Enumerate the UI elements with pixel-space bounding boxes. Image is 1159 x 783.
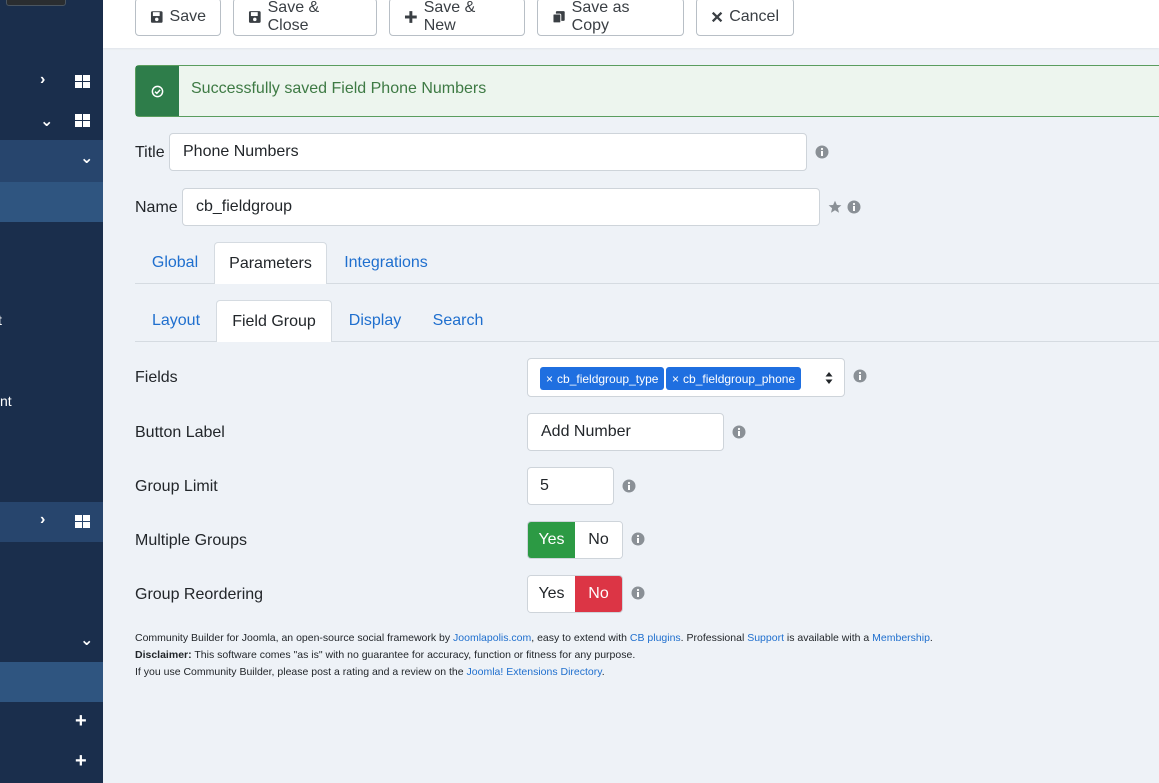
group-limit-input[interactable]: 5 <box>527 467 614 505</box>
tab-global[interactable]: Global <box>137 242 213 284</box>
alert-message: Successfully saved Field Phone Numbers <box>191 80 487 97</box>
dashboard-grid-icon[interactable] <box>75 75 90 88</box>
group-reordering-toggle[interactable]: Yes No <box>527 575 623 613</box>
chevron-down-icon[interactable]: ⌄ <box>80 630 93 650</box>
disclaimer-label: Disclaimer: <box>135 649 192 661</box>
info-icon[interactable] <box>732 425 746 439</box>
footer-line-3: If you use Community Builder, please pos… <box>135 664 1135 681</box>
chevron-right-icon[interactable]: › <box>40 511 45 529</box>
info-icon[interactable] <box>815 145 829 159</box>
floppy-icon <box>150 11 163 23</box>
subtab-layout[interactable]: Layout <box>137 300 215 342</box>
footer-text: . <box>929 632 933 644</box>
info-icon[interactable] <box>853 369 867 383</box>
joomlapolis-link[interactable]: Joomlapolis.com <box>453 632 531 644</box>
info-icon[interactable] <box>631 586 645 600</box>
save-copy-button[interactable]: Save as Copy <box>537 0 684 36</box>
save-button[interactable]: Save <box>135 0 221 36</box>
subtab-search[interactable]: Search <box>418 300 498 342</box>
multiple-groups-label: Multiple Groups <box>135 532 248 549</box>
cancel-button[interactable]: Cancel <box>696 0 794 36</box>
subtab-display[interactable]: Display <box>334 300 416 342</box>
group-limit-label: Group Limit <box>135 478 218 495</box>
title-input[interactable]: Phone Numbers <box>169 133 807 171</box>
footer-text: . Professional <box>680 632 748 644</box>
group-reordering-label: Group Reordering <box>135 586 264 603</box>
chip-label: cb_fieldgroup_type <box>557 371 659 386</box>
updown-caret-icon[interactable] <box>825 371 833 385</box>
cb-plugins-link[interactable]: CB plugins <box>630 632 681 644</box>
sidebar-top-button[interactable] <box>6 0 66 6</box>
close-icon <box>711 11 723 23</box>
save-close-label: Save & Close <box>267 0 320 34</box>
info-icon[interactable] <box>631 532 645 546</box>
save-new-label: Save & New <box>423 0 476 34</box>
floppy-icon <box>248 11 261 23</box>
footer-text: This software comes "as is" with no guar… <box>191 649 636 661</box>
chevron-down-icon[interactable]: ⌄ <box>80 148 93 168</box>
star-icon <box>828 200 842 213</box>
footer-text: , easy to extend with <box>531 632 630 644</box>
chip-remove-icon[interactable]: × <box>546 372 553 386</box>
footer-text: is available with a <box>784 632 873 644</box>
sidebar-item-label: t <box>0 312 2 328</box>
name-label: Name <box>135 199 178 216</box>
sidebar-item-label: nt <box>0 393 12 409</box>
no-option[interactable]: No <box>575 576 622 612</box>
title-label: Title <box>135 144 165 161</box>
footer-line-1: Community Builder for Joomla, an open-so… <box>135 630 1135 647</box>
toolbar: Save Save & Close Save & New Save as Cop… <box>103 0 1159 48</box>
save-new-button[interactable]: Save & New <box>389 0 525 36</box>
multiple-groups-toggle[interactable]: Yes No <box>527 521 623 559</box>
tab-parameters[interactable]: Parameters <box>214 242 327 284</box>
info-icon[interactable] <box>622 479 636 493</box>
name-input[interactable]: cb_fieldgroup <box>182 188 820 226</box>
save-close-button[interactable]: Save & Close <box>233 0 377 36</box>
jed-link[interactable]: Joomla! Extensions Directory <box>467 666 602 678</box>
button-label-input[interactable]: Add Number <box>527 413 724 451</box>
sidebar-active-item[interactable] <box>0 182 103 222</box>
check-circle-icon <box>151 85 164 97</box>
alert-icon-box <box>136 66 179 116</box>
chevron-down-icon[interactable]: ⌄ <box>40 111 53 131</box>
copy-icon <box>552 11 565 24</box>
field-chip[interactable]: × cb_fieldgroup_phone <box>666 367 802 390</box>
button-label-label: Button Label <box>135 424 225 441</box>
save-label: Save <box>169 8 206 25</box>
chip-remove-icon[interactable]: × <box>672 372 679 386</box>
fields-label: Fields <box>135 369 178 386</box>
dashboard-grid-icon[interactable] <box>75 515 90 528</box>
tab-integrations[interactable]: Integrations <box>330 242 442 284</box>
membership-link[interactable]: Membership <box>872 632 930 644</box>
chevron-right-icon[interactable]: › <box>40 71 45 89</box>
no-option[interactable]: No <box>575 522 622 558</box>
chip-label: cb_fieldgroup_phone <box>683 371 796 386</box>
sidebar: › ⌄ ⌄ t nt › ⌄ + + <box>0 0 103 783</box>
yes-option[interactable]: Yes <box>528 576 575 612</box>
footer: Community Builder for Joomla, an open-so… <box>135 630 1135 681</box>
plus-icon[interactable]: + <box>75 751 87 771</box>
plus-icon <box>404 11 417 23</box>
dashboard-grid-icon[interactable] <box>75 114 90 127</box>
subtab-field-group[interactable]: Field Group <box>216 300 332 342</box>
info-icon[interactable] <box>847 200 861 214</box>
cancel-label: Cancel <box>729 8 779 25</box>
sidebar-active-item[interactable] <box>0 662 103 702</box>
support-link[interactable]: Support <box>747 632 784 644</box>
footer-line-2: Disclaimer: This software comes "as is" … <box>135 647 1135 664</box>
footer-text: Community Builder for Joomla, an open-so… <box>135 632 454 644</box>
fields-multiselect[interactable]: × cb_fieldgroup_type × cb_fieldgroup_pho… <box>527 358 845 397</box>
footer-text: If you use Community Builder, please pos… <box>135 666 467 678</box>
success-alert: Successfully saved Field Phone Numbers <box>135 65 1159 117</box>
plus-icon[interactable]: + <box>75 711 87 731</box>
save-copy-label: Save as Copy <box>571 0 630 34</box>
footer-text: . <box>601 666 605 678</box>
field-chip[interactable]: × cb_fieldgroup_type <box>540 367 665 390</box>
yes-option[interactable]: Yes <box>528 522 575 558</box>
